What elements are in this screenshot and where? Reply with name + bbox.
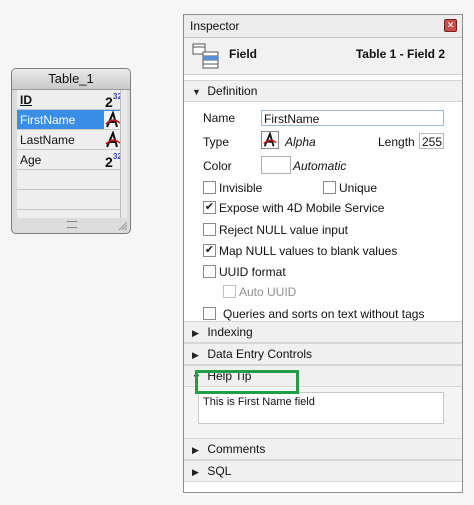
vertical-scrollbar[interactable]	[120, 90, 127, 218]
field-row-age[interactable]: Age 2 32	[17, 150, 125, 170]
map-null-checkbox[interactable]: ✔	[203, 244, 216, 257]
inspector-titlebar[interactable]: Inspector ✕	[184, 15, 462, 38]
reject-null-label: Reject NULL value input	[219, 223, 348, 237]
length-label: Length	[378, 135, 415, 149]
inspector-object-type: Field	[229, 47, 258, 61]
inspector-object-path: Table 1 - Field 2	[355, 47, 445, 61]
alpha-icon[interactable]	[261, 131, 279, 149]
auto-uuid-label: Auto UUID	[239, 285, 297, 299]
section-label: Indexing	[207, 325, 253, 339]
inspector-panel: Inspector ✕ Field Table 1 - Field 2 ▼ De…	[183, 14, 463, 493]
help-tip-textarea[interactable]: This is First Name field	[198, 392, 444, 424]
field-name: FirstName	[20, 113, 76, 127]
expose-4d-mobile-label: Expose with 4D Mobile Service	[219, 201, 385, 215]
help-tip-highlight-box	[195, 370, 299, 394]
definition-body: Name FirstName Type Alpha Length 255 Col…	[184, 102, 462, 321]
field-name: ID	[20, 93, 32, 107]
uuid-format-label: UUID format	[219, 265, 286, 279]
empty-row	[17, 190, 125, 210]
length-field[interactable]: 255	[419, 133, 444, 149]
color-label: Color	[203, 159, 232, 173]
reject-null-checkbox[interactable]	[203, 223, 216, 236]
section-label: SQL	[207, 464, 232, 478]
resize-handle-icon[interactable]	[118, 221, 128, 231]
auto-uuid-checkbox[interactable]	[223, 285, 236, 298]
field-row-firstname[interactable]: FirstName	[17, 110, 125, 130]
triangle-right-icon: ▶	[192, 328, 199, 338]
type-value: Alpha	[285, 135, 316, 149]
table-title[interactable]: Table_1	[12, 69, 130, 90]
field-name: Age	[20, 153, 42, 167]
section-sql[interactable]: ▶ SQL	[184, 460, 462, 482]
section-indexing[interactable]: ▶ Indexing	[184, 321, 462, 343]
unique-label: Unique	[339, 181, 378, 195]
field-structure-icon	[192, 43, 219, 69]
name-label: Name	[203, 111, 236, 125]
expose-4d-mobile-checkbox[interactable]: ✔	[203, 201, 216, 214]
svg-text:2: 2	[105, 154, 113, 169]
unique-checkbox[interactable]	[323, 181, 336, 194]
invisible-checkbox[interactable]	[203, 181, 216, 194]
triangle-right-icon: ▶	[192, 350, 199, 360]
inspector-title: Inspector	[190, 19, 240, 33]
field-name: LastName	[20, 133, 75, 147]
uuid-format-checkbox[interactable]	[203, 265, 216, 278]
section-data-entry-controls[interactable]: ▶ Data Entry Controls	[184, 343, 462, 365]
triangle-down-icon: ▼	[192, 87, 201, 97]
empty-row	[17, 170, 125, 190]
triangle-right-icon: ▶	[192, 467, 199, 477]
type-label: Type	[203, 135, 230, 149]
section-comments[interactable]: ▶ Comments	[184, 438, 462, 460]
field-row-lastname[interactable]: LastName	[17, 130, 125, 150]
name-field[interactable]: FirstName	[261, 110, 444, 126]
section-definition[interactable]: ▼ Definition	[184, 80, 462, 102]
section-label: Data Entry Controls	[207, 347, 313, 361]
queries-no-tags-checkbox[interactable]	[203, 307, 216, 320]
svg-text:2: 2	[105, 94, 113, 109]
invisible-label: Invisible	[219, 181, 263, 195]
queries-no-tags-label: Queries and sorts on text without tags	[223, 307, 425, 321]
grip-icon[interactable]	[67, 221, 77, 228]
section-label: Comments	[207, 442, 266, 456]
close-icon[interactable]: ✕	[444, 19, 457, 32]
map-null-label: Map NULL values to blank values	[219, 244, 398, 258]
color-swatch[interactable]	[261, 156, 291, 174]
inspector-header: Field Table 1 - Field 2	[184, 38, 462, 75]
section-label: Definition	[207, 84, 258, 98]
table-widget[interactable]: Table_1 ID 2 32 FirstName LastName Age 2…	[11, 68, 131, 234]
help-tip-body: This is First Name field	[184, 387, 462, 438]
triangle-right-icon: ▶	[192, 445, 199, 455]
color-value: Automatic	[293, 159, 347, 173]
field-row-id[interactable]: ID 2 32	[17, 90, 125, 110]
field-list: ID 2 32 FirstName LastName Age 2 32	[17, 90, 125, 218]
